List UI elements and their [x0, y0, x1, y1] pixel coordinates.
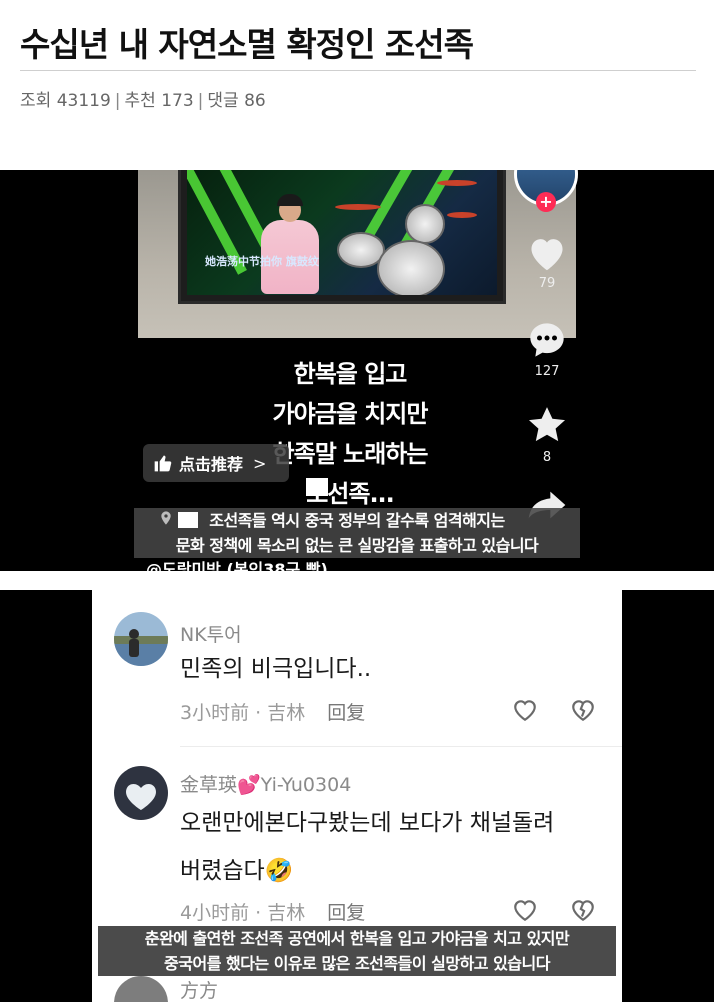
thumbs-up-icon: [154, 455, 172, 472]
comments-count: 86: [244, 91, 266, 111]
broken-heart-icon[interactable]: [570, 898, 596, 922]
subtitle-line: 문화 정책에 목소리 없는 큰 실망감을 표출하고 있습니다: [175, 536, 539, 555]
commenter-avatar[interactable]: [114, 976, 168, 1002]
comment-meta: 3小时前 · 吉林 回复: [180, 698, 365, 725]
star-icon: [528, 407, 566, 442]
cymbal: [447, 212, 477, 218]
performer: [257, 194, 323, 294]
heart-outline-icon[interactable]: [512, 698, 538, 722]
censor-block: [178, 512, 198, 528]
like-count: 79: [538, 276, 556, 291]
follow-plus-icon[interactable]: +: [536, 192, 556, 212]
likes-count: 173: [161, 91, 194, 111]
post-stats: 조회 43119 | 추천 173 | 댓글 86: [20, 86, 266, 111]
like-button[interactable]: 79: [522, 234, 572, 291]
commenter-name[interactable]: 方方: [180, 976, 218, 1002]
post-title: 수십년 내 자연소멸 확정인 조선족: [20, 25, 474, 64]
cymbal: [437, 180, 477, 186]
video-subtitle: 조선족들 역시 중국 정부의 갈수록 엄격해지는 문화 정책에 목소리 없는 큰…: [134, 508, 580, 558]
reply-button[interactable]: 回复: [327, 902, 365, 924]
favorite-count: 8: [542, 450, 552, 465]
bass-drum: [377, 240, 445, 295]
drum: [405, 204, 445, 244]
subtitle-line: 춘완에 출연한 조선족 공연에서 한복을 입고 가야금을 치고 있지만: [144, 929, 570, 948]
tv-subtitle: 她浩荡中节拍你 旗鼓纹: [205, 255, 319, 268]
recommend-button[interactable]: 点击推荐 >: [143, 444, 289, 482]
comment-text: 버렸습다🤣: [180, 858, 294, 884]
broken-heart-icon[interactable]: [570, 698, 596, 722]
heart-icon: [531, 239, 563, 271]
location-pin-icon: [161, 511, 171, 525]
heart-outline-icon[interactable]: [512, 898, 538, 922]
reply-button[interactable]: 回复: [327, 702, 365, 724]
video-caption-line: 한복을 입고: [293, 360, 408, 388]
comment-bubble-icon: [530, 323, 564, 357]
comment-button[interactable]: 127: [522, 320, 572, 379]
subtitle-line: 조선족들 역시 중국 정부의 갈수록 엄격해지는: [209, 511, 505, 530]
comment-time-location: 3小时前 · 吉林: [180, 702, 306, 724]
comments-label: 댓글: [207, 91, 239, 111]
commenter-avatar[interactable]: [114, 612, 168, 666]
likes-label: 추천: [124, 91, 156, 111]
censor-block: [306, 478, 328, 496]
chevron-right-icon: >: [253, 453, 267, 473]
commenter-name[interactable]: NK투어: [180, 620, 242, 647]
commenter-name[interactable]: 金草瑛💕Yi-Yu0304: [180, 770, 351, 797]
tv-screen: 她浩荡中节拍你 旗鼓纹: [187, 170, 497, 295]
views-count: 43119: [56, 91, 111, 111]
comment-text: 민족의 비극입니다..: [180, 656, 372, 682]
bottom-subtitle: 춘완에 출연한 조선족 공연에서 한복을 입고 가야금을 치고 있지만 중국어를…: [98, 926, 616, 976]
views-label: 조회: [20, 91, 52, 111]
comment-divider: [180, 746, 622, 747]
commenter-avatar[interactable]: [114, 766, 168, 820]
stat-separator: |: [197, 91, 204, 111]
video-screenshot: 她浩荡中节拍你 旗鼓纹 + 79 127 8 한복을 입고 가야금을 치지만 한…: [0, 170, 714, 571]
comment-count: 127: [534, 364, 560, 379]
television: 她浩荡中节拍你 旗鼓纹: [178, 170, 506, 304]
title-divider: [20, 70, 696, 71]
cymbal: [335, 204, 381, 210]
subtitle-line: 중국어를 했다는 이유로 많은 조선족들이 실망하고 있습니다: [164, 954, 550, 973]
favorite-button[interactable]: 8: [522, 404, 572, 465]
stat-separator: |: [114, 91, 121, 111]
comment-text: 오랜만에본다구봤는데 보다가 채널돌려: [180, 810, 555, 836]
comment-time-location: 4小时前 · 吉林: [180, 902, 306, 924]
creator-handle[interactable]: @도랑미방 (본인38구 빵): [146, 556, 328, 571]
video-caption-line: 가야금을 치지만: [272, 400, 429, 428]
recommend-label: 点击推荐: [179, 455, 244, 474]
comment-meta: 4小时前 · 吉林 回复: [180, 898, 365, 925]
